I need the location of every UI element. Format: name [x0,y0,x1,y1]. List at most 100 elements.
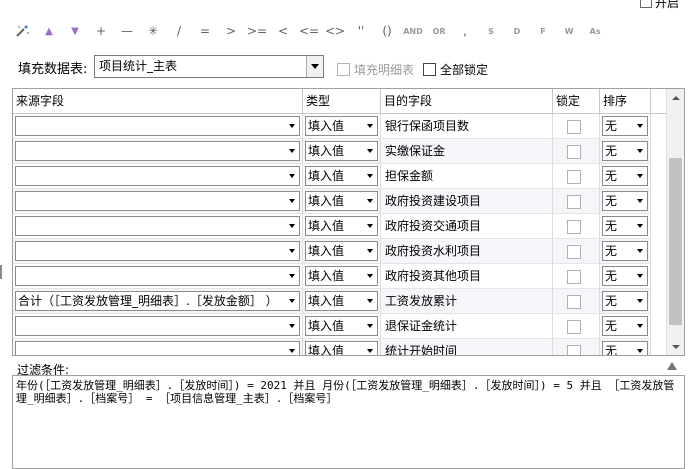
chevron-down-icon[interactable] [285,292,299,310]
f-function-icon[interactable]: F [530,20,556,42]
s-function-icon[interactable]: S [478,20,504,42]
type-select[interactable]: 填入值 [305,166,378,186]
not-equal-icon[interactable]: <> [322,20,348,42]
chevron-down-icon[interactable] [285,217,299,235]
sort-select[interactable]: 无 [602,316,648,336]
source-field-select[interactable] [15,341,300,355]
filter-condition-textarea[interactable]: 年份(［工资发放管理_明细表］.［发放时间］) = 2021 并且 月份(［工资… [12,375,685,469]
header-source[interactable]: 来源字段 [13,89,303,113]
chevron-down-icon[interactable] [363,242,377,260]
lock-all-checkbox[interactable]: 全部锁定 [423,61,488,78]
lock-checkbox[interactable] [567,345,581,355]
sort-select[interactable]: 无 [602,116,648,136]
source-field-select[interactable] [15,116,300,136]
less-equal-icon[interactable]: <= [296,20,322,42]
chevron-down-icon[interactable] [363,317,377,335]
chevron-down-icon[interactable] [306,56,323,77]
sort-select[interactable]: 无 [602,266,648,286]
chevron-down-icon[interactable] [285,267,299,285]
source-field-select[interactable] [15,316,300,336]
lock-checkbox[interactable] [567,295,581,309]
sort-select[interactable]: 无 [602,141,648,161]
chevron-down-icon[interactable] [285,317,299,335]
type-select[interactable]: 填入值 [305,266,378,286]
chevron-down-icon[interactable] [633,192,647,210]
type-select[interactable]: 填入值 [305,241,378,261]
chevron-down-icon[interactable] [363,142,377,160]
sort-select[interactable]: 无 [602,291,648,311]
source-field-select[interactable]: 合计（［工资发放管理_明细表］.［发放金额］ ） [15,291,300,311]
plus-operator-icon[interactable]: + [88,20,114,42]
and-operator-icon[interactable]: AND [400,20,426,42]
or-operator-icon[interactable]: OR [426,20,452,42]
chevron-down-icon[interactable] [633,167,647,185]
checkbox-box[interactable] [423,63,436,76]
chevron-down-icon[interactable] [633,342,647,355]
equals-operator-icon[interactable]: = [192,20,218,42]
chevron-down-icon[interactable] [285,192,299,210]
sort-select[interactable]: 无 [602,166,648,186]
chevron-down-icon[interactable] [363,292,377,310]
lock-checkbox[interactable] [567,120,581,134]
chevron-down-icon[interactable] [633,217,647,235]
type-select[interactable]: 填入值 [305,216,378,236]
type-select[interactable]: 填入值 [305,116,378,136]
splitter-handle[interactable] [0,265,2,279]
header-lock[interactable]: 锁定 [553,89,600,113]
parentheses-icon[interactable]: () [374,20,400,42]
collapse-up-icon[interactable] [667,362,677,370]
source-field-select[interactable] [15,191,300,211]
chevron-down-icon[interactable] [363,192,377,210]
as-function-icon[interactable]: As [582,20,608,42]
greater-equal-icon[interactable]: >= [244,20,270,42]
chevron-down-icon[interactable] [363,267,377,285]
scroll-down-icon[interactable] [667,338,684,355]
source-field-select[interactable] [15,216,300,236]
lock-checkbox[interactable] [567,320,581,334]
chevron-down-icon[interactable] [285,142,299,160]
chevron-down-icon[interactable] [363,117,377,135]
lock-checkbox[interactable] [567,270,581,284]
minus-operator-icon[interactable]: — [114,20,140,42]
lock-checkbox[interactable] [567,145,581,159]
lock-checkbox[interactable] [567,245,581,259]
top-option-checkbox[interactable]: 开启 [640,0,679,10]
w-function-icon[interactable]: W [556,20,582,42]
chevron-down-icon[interactable] [633,242,647,260]
vertical-scrollbar[interactable] [666,89,684,355]
header-target[interactable]: 目的字段 [381,89,553,113]
checkbox-box[interactable] [640,0,652,8]
chevron-down-icon[interactable] [363,217,377,235]
chevron-down-icon[interactable] [633,317,647,335]
chevron-down-icon[interactable] [633,117,647,135]
chevron-down-icon[interactable] [285,242,299,260]
header-sort[interactable]: 排序 [600,89,651,113]
source-field-select[interactable] [15,166,300,186]
type-select[interactable]: 填入值 [305,291,378,311]
sort-select[interactable]: 无 [602,216,648,236]
type-select[interactable]: 填入值 [305,191,378,211]
chevron-down-icon[interactable] [285,167,299,185]
lock-checkbox[interactable] [567,195,581,209]
chevron-down-icon[interactable] [363,342,377,355]
chevron-down-icon[interactable] [633,142,647,160]
chevron-down-icon[interactable] [285,117,299,135]
divide-operator-icon[interactable]: / [166,20,192,42]
header-type[interactable]: 类型 [303,89,381,113]
lock-checkbox[interactable] [567,170,581,184]
lock-checkbox[interactable] [567,220,581,234]
chevron-down-icon[interactable] [633,267,647,285]
sort-select[interactable]: 无 [602,241,648,261]
chevron-down-icon[interactable] [633,292,647,310]
type-select[interactable]: 填入值 [305,141,378,161]
scroll-thumb[interactable] [669,158,682,325]
move-up-icon[interactable]: ▲ [36,20,62,42]
less-than-icon[interactable]: < [270,20,296,42]
scroll-up-icon[interactable] [667,89,684,106]
multiply-operator-icon[interactable]: ✳ [140,20,166,42]
d-function-icon[interactable]: D [504,20,530,42]
type-select[interactable]: 填入值 [305,316,378,336]
type-select[interactable]: 填入值 [305,341,378,355]
sort-select[interactable]: 无 [602,191,648,211]
source-field-select[interactable] [15,241,300,261]
